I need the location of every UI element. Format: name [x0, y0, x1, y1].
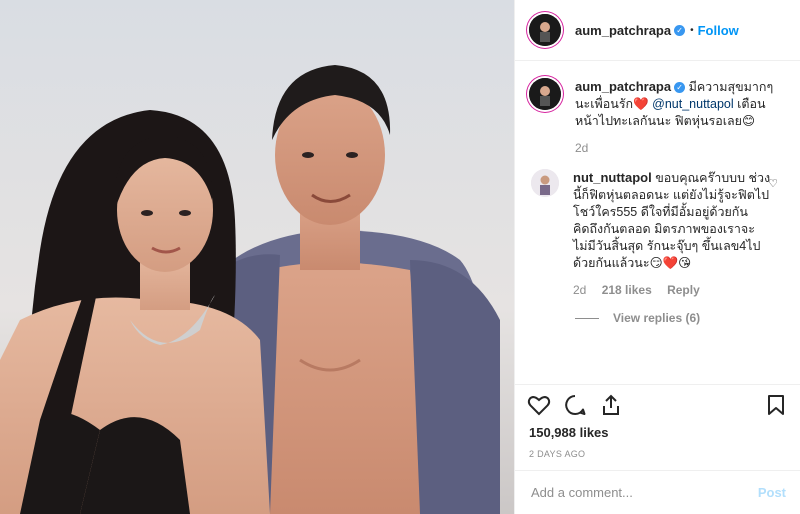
avatar-image [531, 169, 559, 197]
post-timestamp[interactable]: 2 DAYS AGO [529, 449, 585, 459]
comment-meta: 2d 218 likes Reply [573, 282, 774, 299]
reply-button[interactable]: Reply [667, 283, 700, 297]
replies-divider-line [575, 317, 599, 319]
comment-time[interactable]: 2d [573, 283, 586, 297]
view-replies-button[interactable]: View replies (6) [575, 311, 786, 325]
share-icon[interactable] [599, 393, 623, 417]
avatar-image [529, 14, 561, 46]
commenter-username[interactable]: nut_nuttapol [573, 170, 652, 185]
comment-body: nut_nuttapol ขอบคุณคร๊าบบบ ช่วงนี้ก็ฟิตห… [573, 169, 774, 299]
comment-composer: Post [515, 470, 800, 514]
commenter-avatar[interactable] [531, 169, 559, 197]
post-sidebar: aum_patchrapa ✓ • Follow aum_patchrapa ✓ … [514, 0, 800, 514]
caption-author[interactable]: aum_patchrapa [575, 79, 671, 94]
header-separator: • [690, 24, 694, 36]
follow-button[interactable]: Follow [698, 23, 739, 38]
post-photo[interactable] [0, 0, 514, 514]
caption-time[interactable]: 2d [575, 141, 588, 155]
author-username[interactable]: aum_patchrapa [575, 23, 671, 38]
bookmark-icon[interactable] [764, 393, 788, 417]
photo-illustration [0, 0, 514, 514]
comment-input[interactable] [529, 484, 758, 501]
post-comment-button[interactable]: Post [758, 485, 786, 500]
post-container: aum_patchrapa ✓ • Follow aum_patchrapa ✓ … [0, 0, 800, 514]
verified-badge-icon: ✓ [674, 24, 686, 36]
heart-icon[interactable] [527, 393, 551, 417]
action-bar [515, 384, 800, 424]
view-replies-label: View replies (6) [613, 311, 701, 325]
likes-count[interactable]: 150,988 likes [529, 425, 609, 440]
comment-item: nut_nuttapol ขอบคุณคร๊าบบบ ช่วงนี้ก็ฟิตห… [529, 169, 786, 299]
avatar-image [529, 78, 561, 110]
caption-mention-link[interactable]: @nut_nuttapol [652, 97, 734, 111]
verified-badge-icon: ✓ [674, 82, 686, 94]
comment-like-heart-icon[interactable]: ♡ [768, 177, 778, 190]
post-header: aum_patchrapa ✓ • Follow [515, 0, 800, 61]
author-avatar[interactable] [529, 14, 561, 46]
caption-avatar[interactable] [529, 78, 561, 110]
comment-icon[interactable] [563, 393, 587, 417]
comment-likes[interactable]: 218 likes [602, 283, 652, 297]
comments-section[interactable]: aum_patchrapa ✓ มีความสุขมากๆนะเพื่อนรัก❤… [515, 62, 800, 384]
caption-meta: 2d [575, 140, 786, 157]
caption-body: aum_patchrapa ✓ มีความสุขมากๆนะเพื่อนรัก❤… [575, 78, 786, 157]
caption-comment: aum_patchrapa ✓ มีความสุขมากๆนะเพื่อนรัก❤… [529, 78, 786, 157]
comment-text: ขอบคุณคร๊าบบบ ช่วงนี้ก็ฟิตหุ่นตลอดนะ แต่… [573, 171, 771, 270]
